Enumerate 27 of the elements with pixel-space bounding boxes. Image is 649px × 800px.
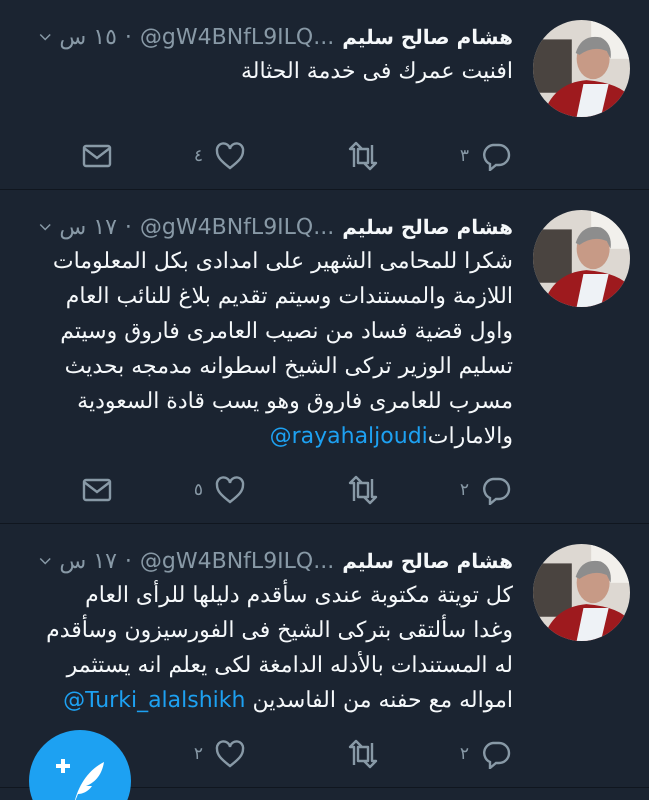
separator-dot: · bbox=[124, 24, 132, 50]
heart-icon[interactable] bbox=[213, 739, 247, 769]
mention-link[interactable]: @rayahaljoudi bbox=[270, 424, 428, 449]
action-count: ٢ bbox=[460, 480, 469, 500]
author-name: هشام صالح سليم bbox=[342, 25, 513, 49]
tweet-time: ١٧ س bbox=[59, 214, 117, 240]
separator-dot: · bbox=[124, 548, 132, 574]
author-name: هشام صالح سليم bbox=[342, 215, 513, 239]
heart-icon[interactable] bbox=[213, 141, 247, 171]
retweet-icon[interactable] bbox=[346, 739, 380, 769]
tweet-text: افنيت عمرك فى خدمة الحثالة bbox=[240, 58, 513, 86]
user-handle: @gW4BNfL9ILQ... bbox=[140, 548, 334, 574]
retweet-icon[interactable] bbox=[346, 475, 380, 505]
user-handle: @gW4BNfL9ILQ... bbox=[140, 24, 334, 50]
retweet-icon[interactable] bbox=[346, 141, 380, 171]
action-count: ٢ bbox=[194, 744, 203, 764]
author-name: هشام صالح سليم bbox=[342, 549, 513, 573]
action-count: ٣ bbox=[460, 146, 469, 166]
tweet-time: ١٧ س bbox=[59, 548, 117, 574]
tweet-time: ١٥ س bbox=[59, 24, 117, 50]
action-count: ٤ bbox=[194, 146, 203, 166]
separator-dot: · bbox=[124, 214, 132, 240]
heart-icon[interactable] bbox=[213, 475, 247, 505]
mention-link[interactable]: @Turki_alalshikh bbox=[63, 688, 246, 713]
user-handle: @gW4BNfL9ILQ... bbox=[140, 214, 334, 240]
action-count: ٥ bbox=[194, 480, 203, 500]
action-count: ٢ bbox=[460, 744, 469, 764]
